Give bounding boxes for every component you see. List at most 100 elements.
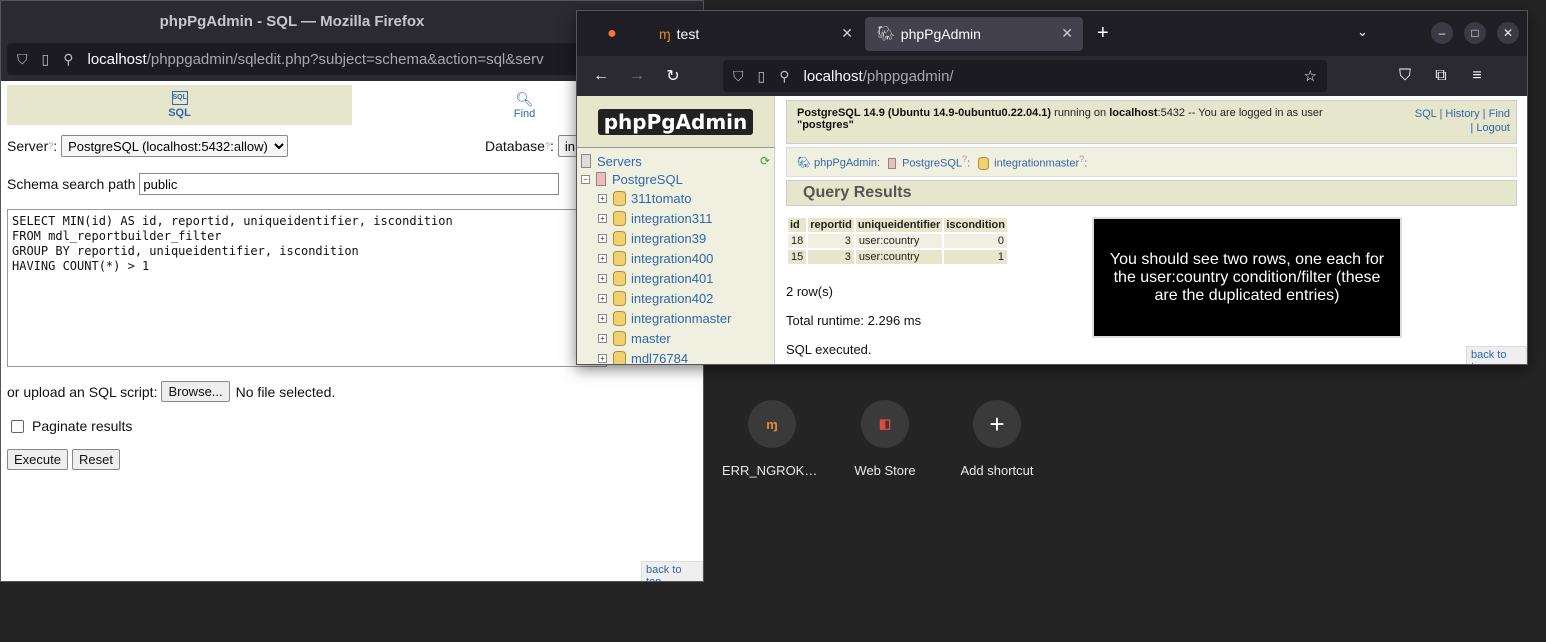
expand-icon[interactable]: + (598, 253, 607, 263)
tab-phppgadmin[interactable]: 🐘︎ phpPgAdmin ✕ (865, 16, 1083, 51)
expand-icon[interactable]: + (598, 333, 607, 343)
page-icon: ▯ (757, 67, 766, 84)
refresh-icon[interactable]: ⟳ (760, 154, 770, 168)
tree-database[interactable]: + integration401 (598, 268, 774, 288)
history-link[interactable]: History (1445, 108, 1479, 120)
expand-icon[interactable]: + (598, 293, 607, 303)
reset-button[interactable]: Reset (71, 449, 120, 470)
crumb-phppgadmin-label: phpPgAdmin: (814, 156, 881, 169)
expand-icon[interactable]: + (598, 313, 607, 323)
action-row: Execute Reset (7, 449, 120, 470)
bookmark-star-icon[interactable]: ☆ (1304, 67, 1317, 85)
tab-sql-label: SQL (168, 107, 191, 119)
table-row: 18 3 user:country 0 (788, 234, 1007, 248)
maximize-icon[interactable]: □ (1464, 22, 1486, 44)
tree-servers[interactable]: Servers ⟳ (581, 152, 774, 170)
tab-sql[interactable]: SQL SQL (7, 85, 352, 125)
close-icon[interactable]: ✕ (841, 25, 853, 42)
expand-icon[interactable]: + (598, 213, 607, 223)
tab-list-icon[interactable]: ⌄ (1357, 24, 1368, 40)
phppgadmin-logo[interactable]: phpPgAdmin (577, 96, 774, 148)
menu-icon[interactable]: ≡ (1459, 67, 1495, 85)
runtime-text: Total runtime: 2.296 ms (786, 313, 922, 328)
crumb-database[interactable]: integrationmaster?: (978, 154, 1087, 171)
crumb-postgresql[interactable]: PostgreSQL?: (888, 154, 970, 170)
tree-database[interactable]: + integration39 (598, 228, 774, 248)
close-icon[interactable]: ✕ (1061, 25, 1073, 42)
reload-icon[interactable]: ↻ (655, 66, 691, 86)
help-mark[interactable]: ? (545, 141, 550, 151)
help-mark[interactable]: ? (962, 154, 967, 164)
upload-label: or upload an SQL script: (7, 383, 158, 400)
tree-database[interactable]: +311tomato (598, 188, 774, 208)
column-header: reportid (808, 218, 854, 232)
back-to-top-link[interactable]: back to top (641, 561, 703, 581)
minimize-icon[interactable]: – (1431, 22, 1453, 44)
forward-icon[interactable]: → (619, 67, 655, 85)
tree-database[interactable]: + mdl76784 (598, 348, 774, 365)
tree-database-label: mdl76784 (631, 350, 689, 365)
tree-postgresql[interactable]: − PostgreSQL (581, 170, 774, 188)
execute-button[interactable]: Execute (7, 449, 68, 470)
back-to-top-link[interactable]: back to top (1466, 346, 1527, 364)
shortcut-add[interactable]: + Add shortcut (947, 400, 1047, 478)
crumb-phppgadmin[interactable]: 🐘︎ phpPgAdmin: (797, 156, 880, 169)
firefox-menu-tab[interactable]: ● (577, 17, 647, 51)
help-mark[interactable]: ? (48, 141, 53, 151)
database-icon (613, 330, 626, 346)
column-header: iscondition (944, 218, 1007, 232)
no-file-text: No file selected. (235, 383, 336, 400)
find-link[interactable]: Find (1489, 108, 1510, 120)
database-icon (613, 210, 626, 226)
page-icon: ▯ (41, 50, 50, 67)
sql-editor[interactable]: SELECT MIN(id) AS id, reportid, uniqueid… (7, 209, 607, 367)
sql-link[interactable]: SQL (1415, 108, 1437, 120)
upload-row: or upload an SQL script: Browse... No fi… (7, 381, 335, 402)
paginate-row: Paginate results (11, 418, 132, 434)
tree-database[interactable]: + integration402 (598, 288, 774, 308)
table-cell: 0 (944, 234, 1007, 248)
database-label: Database (485, 138, 545, 154)
tree-database[interactable]: + integration311 (598, 208, 774, 228)
collapse-icon[interactable]: − (581, 174, 590, 184)
new-tab-button[interactable]: + (1097, 22, 1109, 45)
permissions-icon[interactable]: ⚲ (63, 51, 73, 68)
schema-row: Schema search path (7, 173, 560, 195)
expand-icon[interactable]: + (598, 353, 607, 363)
tab-find-label: Find (513, 107, 536, 120)
info-port: :5432 -- You are logged in as user (1157, 107, 1323, 119)
schema-input[interactable] (139, 173, 560, 195)
table-row: 15 3 user:country 1 (788, 250, 1007, 264)
expand-icon[interactable]: + (598, 233, 607, 243)
shortcut-ngrok[interactable]: ɱ ERR_NGROK_... (722, 400, 822, 478)
server-tree: Servers ⟳ − PostgreSQL +311tomato + integr… (581, 152, 774, 365)
browse-button[interactable]: Browse... (161, 381, 230, 402)
permissions-icon[interactable]: ⚲ (779, 68, 789, 85)
expand-icon[interactable]: + (598, 273, 607, 283)
nav-bar: ← → ↻ ⛉ ▯ ⚲ localhost/phppgadmin/ ☆ ⛉ ⧉ … (577, 56, 1527, 96)
logout-link[interactable]: Logout (1476, 122, 1510, 134)
back-icon[interactable]: ← (583, 67, 619, 85)
expand-icon[interactable]: + (598, 193, 607, 203)
shortcut-label: ERR_NGROK_... (722, 463, 822, 478)
pocket-icon[interactable]: ⛉ (1387, 67, 1423, 85)
tree-database[interactable]: + integration400 (598, 248, 774, 268)
tab-test[interactable]: ɱ test ✕ (647, 17, 863, 51)
shortcut-web-store[interactable]: ◧ Web Store (835, 400, 935, 478)
server-select[interactable]: PostgreSQL (localhost:5432:allow) (61, 135, 289, 157)
table-cell: 15 (788, 250, 807, 264)
database-icon (613, 310, 626, 326)
shield-icon[interactable]: ⛉ (733, 68, 744, 85)
url-path: /phppgadmin/sqledit.php?subject=schema&a… (146, 50, 544, 68)
tree-database-label: master (631, 330, 671, 346)
tree-database[interactable]: + integrationmaster (598, 308, 774, 328)
shield-icon[interactable]: ⛉ (17, 51, 28, 68)
executed-text: SQL executed. (786, 342, 872, 357)
paginate-checkbox[interactable] (11, 419, 24, 433)
close-window-icon[interactable]: ✕ (1497, 22, 1519, 44)
url-bar[interactable]: ⛉ ▯ ⚲ localhost/phppgadmin/ ☆ (723, 60, 1327, 92)
extensions-icon[interactable]: ⧉ (1423, 67, 1459, 85)
tree-database-label: integrationmaster (631, 310, 732, 326)
help-mark[interactable]: ? (1079, 154, 1084, 164)
tree-database[interactable]: + master (598, 328, 774, 348)
